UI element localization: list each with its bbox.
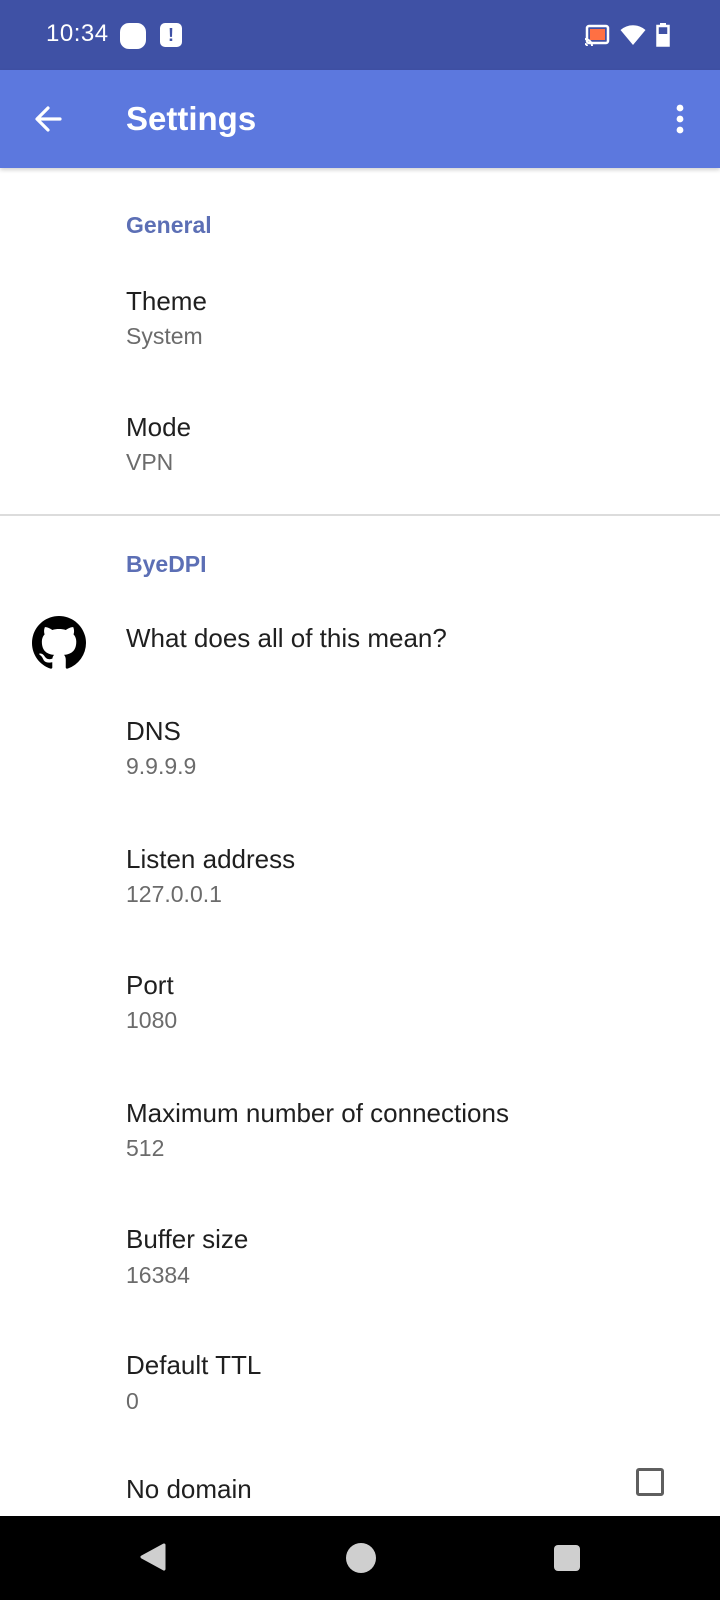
settings-screen: 10:34 ! Settings General Theme System Mo… [0,0,720,1600]
preference-summary: 1080 [126,1007,178,1033]
preference-summary: 9.9.9.9 [126,753,197,779]
overflow-menu-button[interactable] [660,95,700,143]
preference-title: DNS [126,716,181,746]
preference-buffer-size[interactable]: Buffer size 16384 [0,1202,720,1326]
preference-summary: 127.0.0.1 [126,881,222,907]
nav-home-icon[interactable] [346,1543,376,1573]
status-bar: 10:34 ! [0,0,720,70]
more-vert-icon [676,104,684,134]
preference-help[interactable]: What does all of this mean? [0,596,720,696]
preference-title: Mode [126,412,192,442]
battery-icon [656,23,670,47]
preference-title: Buffer size [126,1224,249,1254]
preference-dns[interactable]: DNS 9.9.9.9 [0,698,720,822]
preference-summary: System [126,323,203,349]
preference-mode[interactable]: Mode VPN [0,390,720,510]
preference-title: What does all of this mean? [126,623,447,653]
github-icon [32,616,86,669]
nav-recents-icon[interactable] [554,1545,580,1571]
preference-title: No domain [126,1474,252,1504]
category-byedpi: ByeDPI [126,551,207,577]
preference-summary: VPN [126,449,174,475]
preference-listen-address[interactable]: Listen address 127.0.0.1 [0,824,720,948]
preference-title: Port [126,970,174,1000]
preference-summary: 512 [126,1135,165,1161]
preference-title: Listen address [126,844,296,874]
app-bar: Settings [0,70,720,168]
preference-summary: 16384 [126,1262,190,1288]
nav-back-icon[interactable] [138,1542,168,1572]
wifi-icon [620,25,646,45]
no-domain-checkbox[interactable] [636,1468,664,1496]
category-general: General [126,212,212,238]
alert-notification-icon: ! [160,23,182,47]
arrow-back-icon [35,106,62,132]
back-button[interactable] [24,95,72,143]
status-icons [584,20,670,50]
status-time: 10:34 [46,20,109,47]
page-title: Settings [126,100,257,137]
preference-max-connections[interactable]: Maximum number of connections 512 [0,1076,720,1200]
cast-icon [584,24,610,46]
preference-title: Default TTL [126,1350,262,1380]
navigation-bar [0,1516,720,1600]
preference-default-ttl[interactable]: Default TTL 0 [0,1328,720,1452]
preference-port[interactable]: Port 1080 [0,950,720,1074]
preference-title: Theme [126,286,207,316]
notification-icon [120,23,146,49]
section-divider [0,514,720,516]
preference-theme[interactable]: Theme System [0,264,720,388]
preference-title: Maximum number of connections [126,1098,509,1128]
preference-summary: 0 [126,1388,139,1414]
